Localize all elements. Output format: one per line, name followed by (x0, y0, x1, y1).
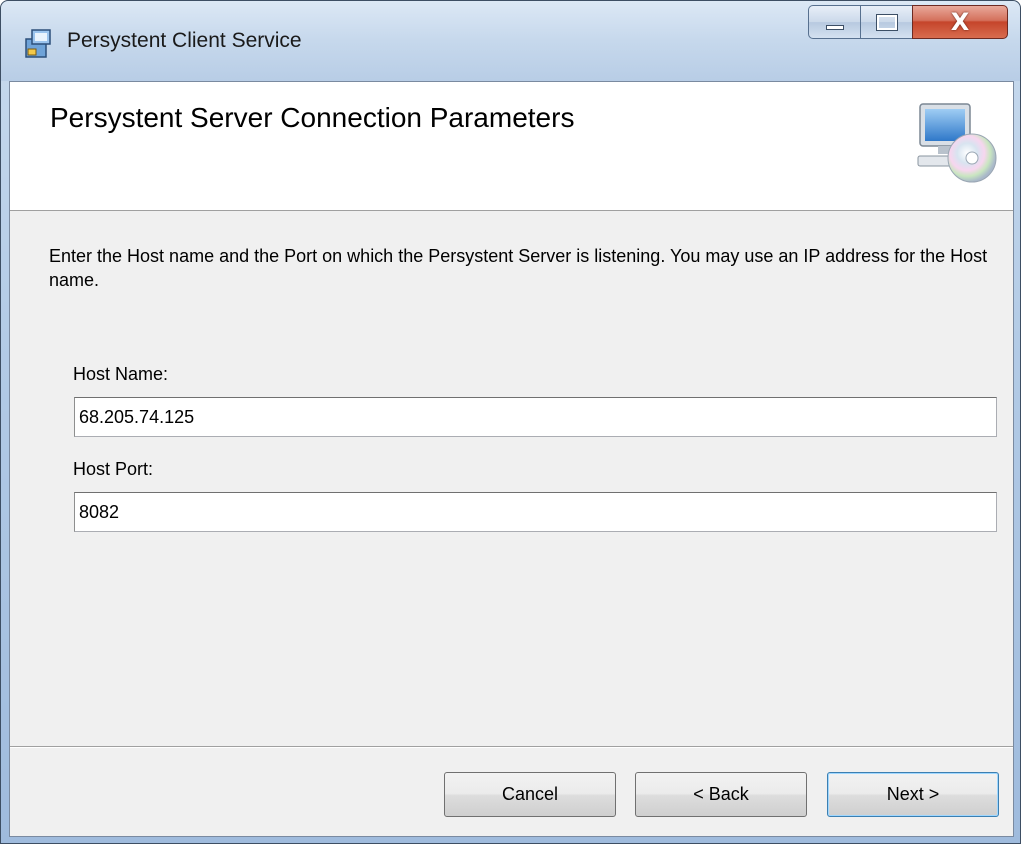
title-bar[interactable]: Persystent Client Service X (1, 1, 1020, 81)
instructions-text: Enter the Host name and the Port on whic… (49, 246, 988, 290)
close-icon: X (950, 8, 970, 36)
minimize-icon (825, 24, 844, 30)
next-button[interactable]: Next > (827, 772, 999, 817)
host-port-label: Host Port: (73, 459, 154, 479)
installer-window: Persystent Client Service X Persystent S… (0, 0, 1021, 844)
window-title: Persystent Client Service (67, 29, 302, 52)
host-port-field[interactable] (74, 492, 997, 532)
host-name-label: Host Name: (73, 364, 169, 384)
back-button[interactable]: < Back (635, 772, 807, 817)
computer-disc-icon (917, 103, 997, 183)
dialog-client-area: Persystent Server Connection Parameters (9, 81, 1014, 837)
caption-buttons: X (808, 5, 1008, 41)
maximize-button[interactable] (860, 5, 912, 39)
host-name-field[interactable] (74, 397, 997, 437)
installer-icon (25, 29, 51, 58)
cancel-button[interactable]: Cancel (444, 772, 616, 817)
footer-divider-highlight (10, 747, 1013, 748)
header-banner: Persystent Server Connection Parameters (10, 82, 1013, 211)
minimize-button[interactable] (808, 5, 860, 39)
maximize-icon (876, 14, 897, 30)
page-title: Persystent Server Connection Parameters (50, 102, 575, 133)
close-button[interactable]: X (912, 5, 1008, 39)
